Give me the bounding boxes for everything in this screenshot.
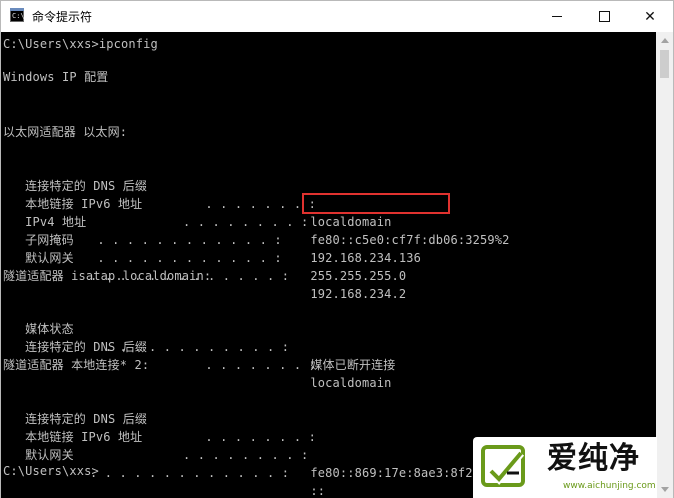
console-line-header: Windows IP 配置	[3, 70, 109, 84]
console-line-entry: 连接特定的 DNS 后缀 . . . . . . . : localdomain	[3, 320, 391, 390]
cmd-window: C:\ 命令提示符 ✕ C:\Users\xxs>ipconfig Window…	[0, 0, 674, 498]
entry-value: localdomain	[303, 215, 392, 229]
maximize-button[interactable]	[581, 1, 627, 32]
console-line-adapter-title: 隧道适配器 isatap.localdomain:	[3, 269, 212, 283]
window-title: 命令提示符	[32, 10, 93, 24]
scrollbar-thumb[interactable]	[660, 50, 669, 78]
entry-value: localdomain	[303, 376, 392, 390]
entry-label: 默认网关	[3, 251, 74, 265]
watermark-brand: 爱纯净	[547, 441, 640, 476]
maximize-icon	[598, 11, 610, 22]
entry-dots: . . . . . . . . . . . . . :	[90, 466, 290, 480]
watermark-url: www.aichunjing.com	[563, 481, 656, 491]
console-line-entry: IPv4 地址 . . . . . . . . . . . . : 192.16…	[3, 195, 421, 265]
console-line-entry: 默认网关 . . . . . . . . . . . . . : ::	[3, 428, 325, 498]
console-line-prompt: C:\Users\xxs>ipconfig	[3, 37, 158, 51]
minimize-button[interactable]	[534, 1, 580, 32]
ipv4-highlight-box	[302, 193, 450, 214]
console-line-entry: 默认网关 . . . . . . . . . . . . . : 192.168…	[3, 231, 406, 301]
title-bar[interactable]: C:\ 命令提示符 ✕	[1, 1, 673, 32]
cmd-app-icon[interactable]: C:\	[10, 8, 25, 22]
console-line-adapter-title: 隧道适配器 本地连接* 2:	[3, 358, 150, 372]
scroll-down-button[interactable]	[656, 481, 673, 498]
console-output[interactable]: C:\Users\xxs>ipconfig Windows IP 配置 以太网适…	[1, 32, 656, 498]
close-icon: ✕	[644, 8, 656, 25]
entry-label: 连接特定的 DNS 后缀	[3, 340, 148, 354]
console-line-entry: 本地链接 IPv6 地址 . . . . . . . . : fe80::c5e…	[3, 177, 509, 247]
vertical-scrollbar[interactable]	[656, 32, 673, 498]
entry-dots: . . . . . . . :	[198, 430, 316, 444]
chevron-down-icon	[660, 487, 669, 492]
entry-value: ::	[303, 484, 326, 498]
console-line-adapter-title: 以太网适配器 以太网:	[3, 125, 128, 139]
entry-value: 255.255.255.0	[303, 269, 407, 283]
close-button[interactable]: ✕	[627, 1, 673, 32]
chevron-up-icon	[660, 38, 669, 43]
watermark: 爱纯净 www.aichunjing.com	[473, 437, 657, 498]
entry-dots: . . . . . . . . . . . . :	[90, 233, 282, 247]
console-line-prompt: C:\Users\xxs>	[3, 464, 99, 478]
entry-value: 媒体已断开连接	[303, 358, 396, 372]
entry-dots: . . . . . . . . :	[183, 215, 309, 229]
console-line-entry: 本地链接 IPv6 地址 . . . . . . . . : fe80::869…	[3, 410, 502, 480]
entry-value: fe80::c5e0:cf7f:db06:3259%2	[303, 233, 510, 247]
console-line-entry: 媒体状态 . . . . . . . . . . . . : 媒体已断开连接	[3, 302, 395, 372]
aichunjing-logo-icon	[481, 445, 525, 487]
entry-value: 192.168.234.2	[303, 287, 407, 301]
scroll-up-button[interactable]	[656, 32, 673, 49]
minimize-icon	[552, 16, 562, 17]
entry-dots: . . . . . . . :	[198, 197, 316, 211]
entry-dots: . . . . . . . . . . . . :	[90, 251, 282, 265]
entry-dots: . . . . . . . . :	[183, 448, 309, 462]
console-line-entry: 连接特定的 DNS 后缀 . . . . . . . :	[3, 392, 316, 444]
console-line-entry: 子网掩码 . . . . . . . . . . . . : 255.255.2…	[3, 213, 406, 283]
console-line-entry: 连接特定的 DNS 后缀 . . . . . . . : localdomain	[3, 159, 391, 229]
entry-dots: . . . . . . . :	[198, 358, 316, 372]
entry-value: 192.168.234.136	[303, 251, 421, 265]
